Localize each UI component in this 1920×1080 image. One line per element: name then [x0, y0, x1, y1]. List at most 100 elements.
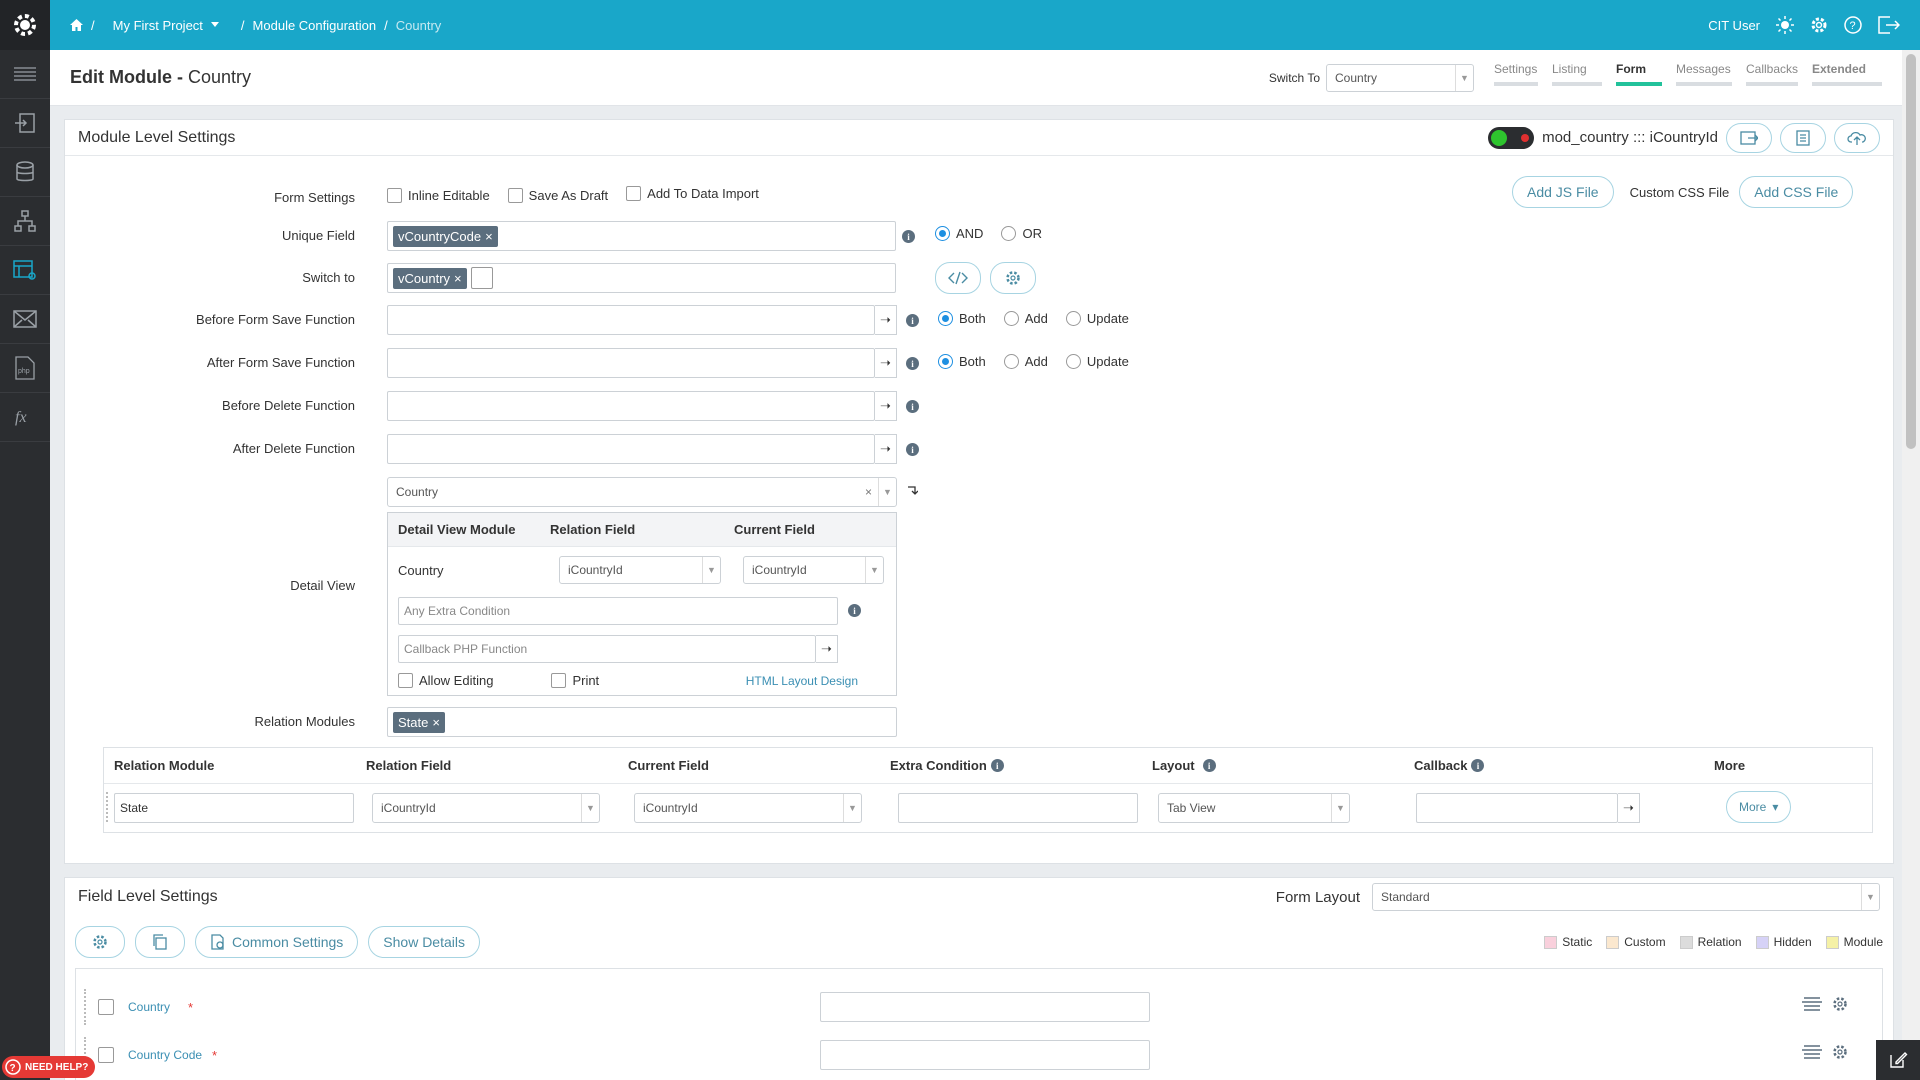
relation-modules-input[interactable]: State × — [387, 707, 897, 737]
field-preview-input[interactable] — [820, 1040, 1150, 1070]
export-button[interactable] — [1726, 122, 1772, 153]
relation-field-select[interactable]: iCountryId ▼ — [372, 793, 600, 823]
add-js-file-button[interactable]: Add JS File — [1512, 176, 1614, 208]
arrow-right-icon[interactable]: ➝ — [875, 434, 897, 464]
info-icon[interactable]: i — [1202, 759, 1216, 772]
more-button[interactable]: More ▾ — [1726, 791, 1792, 823]
unique-field-input[interactable]: vCountryCode × — [387, 221, 896, 251]
switch-settings-button[interactable] — [990, 262, 1036, 294]
add-to-data-import-checkbox[interactable] — [626, 186, 642, 201]
clear-icon[interactable]: × — [865, 485, 872, 499]
code-button[interactable] — [935, 262, 981, 294]
copy-button[interactable] — [135, 926, 185, 958]
logout-icon[interactable] — [1878, 16, 1900, 34]
current-field-select[interactable]: iCountryId ▼ — [634, 793, 862, 823]
nav-sitemap[interactable] — [0, 197, 50, 246]
after-form-save-input[interactable] — [387, 348, 875, 378]
nav-functions[interactable]: fx — [0, 393, 50, 442]
print-checkbox[interactable] — [551, 673, 567, 688]
html-layout-link[interactable]: HTML Layout Design — [746, 674, 858, 688]
relation-module-input[interactable]: State — [114, 793, 354, 823]
and-radio[interactable] — [935, 226, 950, 241]
info-icon[interactable]: i — [906, 400, 919, 413]
show-details-button[interactable]: Show Details — [368, 926, 480, 958]
allow-editing-checkbox[interactable] — [398, 673, 413, 688]
tab-callbacks[interactable]: Callbacks — [1746, 62, 1798, 86]
after-delete-input[interactable] — [387, 434, 875, 464]
extra-condition-row-input[interactable] — [898, 793, 1138, 823]
save-as-draft-checkbox[interactable] — [507, 188, 523, 203]
remove-tag-icon[interactable]: × — [454, 271, 462, 286]
drag-handle[interactable] — [84, 989, 88, 1025]
breadcrumb-project[interactable]: My First Project — [113, 18, 203, 33]
user-name[interactable]: CIT User — [1708, 18, 1760, 33]
or-radio[interactable] — [1001, 226, 1017, 241]
field-preview-input[interactable] — [820, 992, 1150, 1022]
arrow-right-icon[interactable]: ➝ — [875, 305, 897, 335]
sun-icon[interactable] — [1776, 16, 1794, 34]
before-delete-input[interactable] — [387, 391, 875, 421]
common-settings-button[interactable]: Common Settings — [195, 926, 359, 958]
callback-php-input[interactable]: Callback PHP Function — [398, 635, 816, 663]
document-button[interactable] — [1780, 122, 1826, 153]
field-list-icon[interactable] — [1802, 1045, 1822, 1062]
detail-view-select[interactable]: Country × ▼ — [387, 477, 897, 507]
form-layout-select[interactable]: Standard ▼ — [1372, 883, 1880, 911]
arrow-right-icon[interactable]: ➝ — [1618, 793, 1640, 823]
field-settings-gear-button[interactable] — [75, 926, 125, 958]
tab-form[interactable]: Form — [1616, 62, 1662, 86]
app-logo[interactable] — [0, 0, 50, 50]
field-label-country-code[interactable]: Country Code — [128, 1048, 202, 1062]
field-gear-button[interactable] — [1832, 1044, 1848, 1063]
tab-messages[interactable]: Messages — [1676, 62, 1732, 86]
module-status-toggle[interactable] — [1488, 126, 1535, 149]
layout-select[interactable]: Tab View ▼ — [1158, 793, 1350, 823]
switch-to-select[interactable]: Country ▼ — [1326, 63, 1474, 92]
nav-php[interactable]: php — [0, 344, 50, 393]
after-save-update-radio[interactable] — [1065, 354, 1081, 369]
callback-row-input[interactable] — [1416, 793, 1618, 823]
nav-import[interactable] — [0, 99, 50, 148]
home-icon[interactable] — [70, 19, 83, 31]
info-icon[interactable]: i — [906, 443, 919, 456]
info-icon[interactable]: i — [990, 759, 1004, 772]
dv-current-field-select[interactable]: iCountryId ▼ — [743, 556, 884, 584]
field-gear-button[interactable] — [1832, 996, 1848, 1015]
field-list-icon[interactable] — [1802, 997, 1822, 1014]
info-icon[interactable]: i — [1471, 759, 1485, 772]
nav-database[interactable] — [0, 148, 50, 197]
after-save-both-radio[interactable] — [938, 354, 953, 369]
drag-handle[interactable] — [106, 792, 110, 822]
breadcrumb-module-config[interactable]: Module Configuration — [253, 18, 377, 33]
chevron-down-icon[interactable] — [210, 22, 219, 28]
nav-module-config[interactable] — [0, 246, 50, 295]
switch-to-add-box[interactable] — [470, 267, 493, 289]
tab-extended[interactable]: Extended — [1812, 62, 1882, 86]
dv-relation-field-select[interactable]: iCountryId ▼ — [559, 556, 721, 584]
gear-icon[interactable] — [1810, 16, 1828, 34]
field-label-country[interactable]: Country — [128, 1000, 170, 1014]
field-checkbox[interactable] — [98, 1047, 114, 1063]
arrow-right-icon[interactable]: ➝ — [816, 635, 838, 663]
corner-arrow-icon[interactable] — [906, 485, 918, 497]
before-save-both-radio[interactable] — [938, 311, 953, 326]
remove-tag-icon[interactable]: × — [485, 229, 493, 244]
before-save-update-radio[interactable] — [1065, 311, 1081, 326]
extra-condition-input[interactable]: Any Extra Condition — [398, 597, 838, 625]
upload-button[interactable] — [1834, 122, 1880, 153]
nav-email[interactable] — [0, 295, 50, 344]
menu-toggle[interactable] — [0, 50, 50, 99]
help-icon[interactable]: ? — [1844, 16, 1862, 34]
need-help-button[interactable]: ? NEED HELP? — [2, 1056, 96, 1078]
info-icon[interactable]: i — [848, 604, 861, 617]
remove-tag-icon[interactable]: × — [432, 715, 440, 730]
info-icon[interactable]: i — [906, 314, 919, 327]
info-icon[interactable]: i — [902, 230, 915, 243]
before-form-save-input[interactable] — [387, 305, 875, 335]
add-css-file-button[interactable]: Add CSS File — [1739, 176, 1854, 208]
inline-editable-checkbox[interactable] — [387, 188, 402, 203]
tab-settings[interactable]: Settings — [1494, 62, 1538, 86]
edit-fab-button[interactable] — [1876, 1040, 1920, 1080]
arrow-right-icon[interactable]: ➝ — [875, 348, 897, 378]
tab-listing[interactable]: Listing — [1552, 62, 1602, 86]
